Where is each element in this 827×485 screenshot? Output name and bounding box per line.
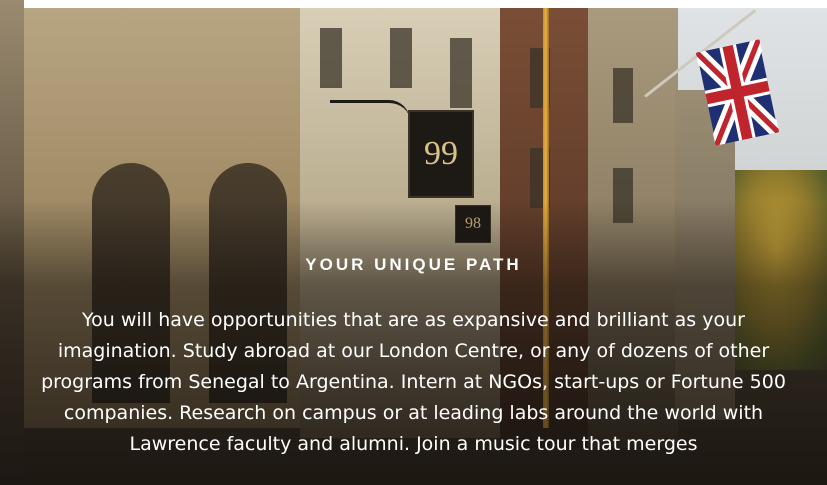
building-number-sign: 99 xyxy=(408,110,474,198)
top-white-gap xyxy=(24,0,827,8)
section-heading: YOUR UNIQUE PATH xyxy=(305,255,522,274)
sign-bracket xyxy=(330,100,410,121)
hero-content: YOUR UNIQUE PATH You will have opportuni… xyxy=(40,255,787,460)
building-window xyxy=(320,28,342,88)
building-window xyxy=(613,68,633,123)
sign-number: 99 xyxy=(424,135,458,172)
hero-banner: 99 98 YOUR UNIQUE PATH You will have opp… xyxy=(0,0,827,485)
building-window xyxy=(450,38,472,108)
building-window xyxy=(390,28,412,88)
section-body-text: You will have opportunities that are as … xyxy=(41,309,786,455)
